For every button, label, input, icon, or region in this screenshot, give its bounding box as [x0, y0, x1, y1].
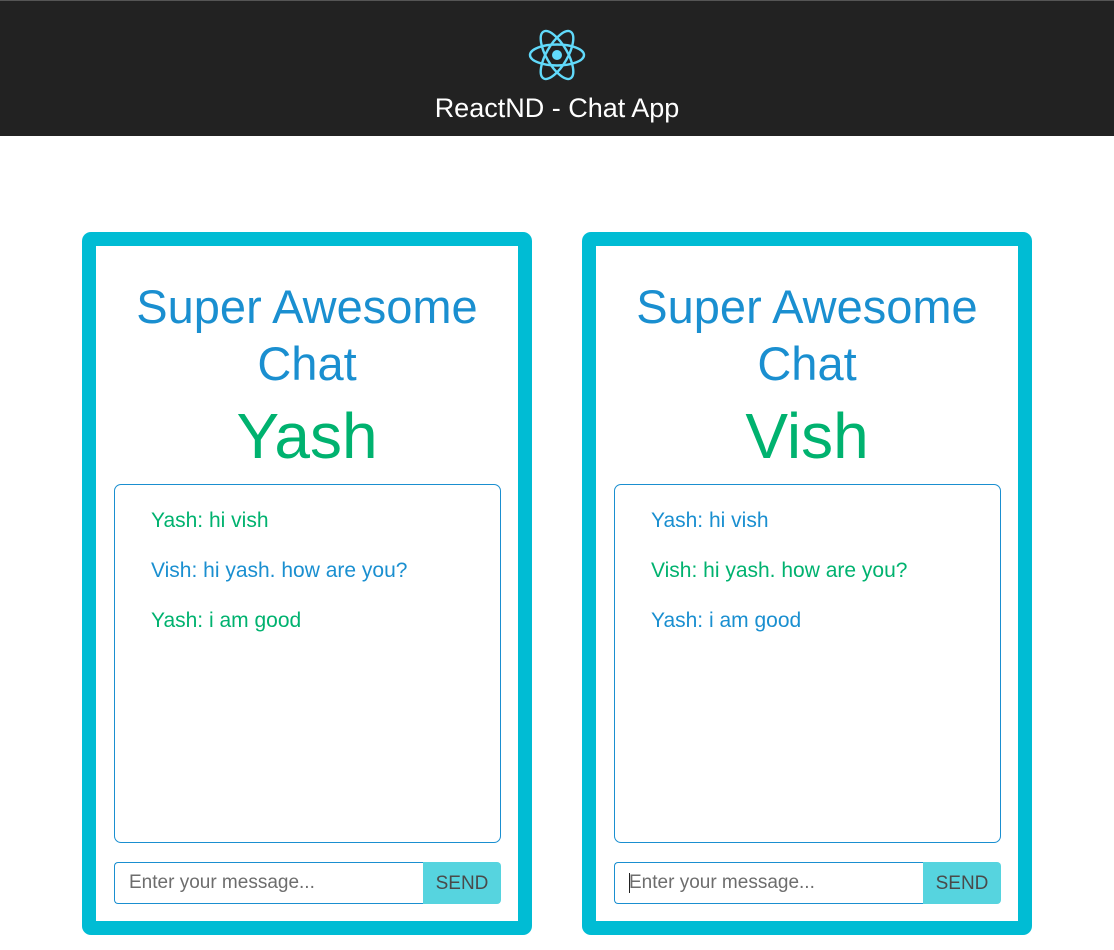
- chat-title: Super Awesome Chat: [136, 280, 478, 390]
- chat-window-body: Super Awesome Chat Yash Yash: hi vish Vi…: [96, 246, 518, 921]
- message-item: Yash: i am good: [651, 609, 802, 632]
- text-caret: [629, 873, 630, 893]
- message-input[interactable]: [614, 862, 923, 904]
- message-item: Vish: hi yash. how are you?: [651, 559, 908, 582]
- message-item: Yash: i am good: [151, 609, 302, 632]
- message-item: Yash: hi vish: [151, 509, 269, 532]
- message-input[interactable]: [114, 862, 423, 904]
- message-composer: SEND: [114, 862, 501, 904]
- send-button[interactable]: SEND: [423, 862, 501, 904]
- chat-username: Vish: [745, 400, 869, 472]
- chat-window-vish: Super Awesome Chat Vish Yash: hi vish Vi…: [582, 232, 1032, 935]
- message-composer: SEND: [614, 862, 1001, 904]
- chat-username: Yash: [236, 400, 378, 472]
- chat-title: Super Awesome Chat: [636, 280, 978, 390]
- message-item: Yash: hi vish: [651, 509, 769, 532]
- send-button[interactable]: SEND: [923, 862, 1001, 904]
- chat-window-body: Super Awesome Chat Vish Yash: hi vish Vi…: [596, 246, 1018, 921]
- message-item: Vish: hi yash. how are you?: [151, 559, 408, 582]
- app-header: ReactND - Chat App: [0, 0, 1114, 136]
- message-list[interactable]: Yash: hi vish Vish: hi yash. how are you…: [614, 484, 1001, 843]
- message-list[interactable]: Yash: hi vish Vish: hi yash. how are you…: [114, 484, 501, 843]
- react-atom-icon: [528, 29, 586, 81]
- app-title: ReactND - Chat App: [434, 93, 680, 123]
- chat-window-yash: Super Awesome Chat Yash Yash: hi vish Vi…: [82, 232, 532, 935]
